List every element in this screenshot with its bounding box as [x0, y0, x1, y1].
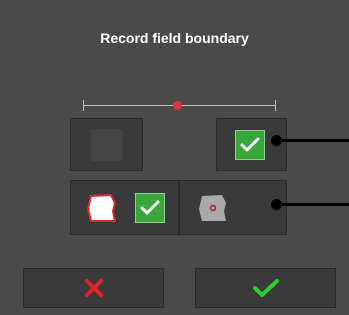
checkmark-icon	[252, 279, 279, 297]
slider-thumb[interactable]	[173, 101, 183, 110]
field-boundary-red-icon	[87, 193, 117, 222]
connector-line-row1	[276, 139, 349, 142]
checkmark-icon	[135, 193, 165, 223]
slider-end-cap	[275, 100, 276, 111]
option-row2-left[interactable]	[70, 180, 179, 235]
blank-square-icon	[91, 129, 123, 161]
connector-line-row2	[276, 203, 349, 206]
option-row2-right[interactable]	[179, 180, 287, 235]
option-row1-left[interactable]	[70, 118, 143, 171]
dialog-title: Record field boundary	[100, 30, 249, 46]
checkmark-icon	[235, 130, 265, 160]
confirm-button[interactable]	[195, 268, 336, 308]
x-icon	[84, 279, 103, 297]
field-boundary-gray-icon	[199, 195, 226, 221]
cancel-button[interactable]	[23, 268, 164, 308]
